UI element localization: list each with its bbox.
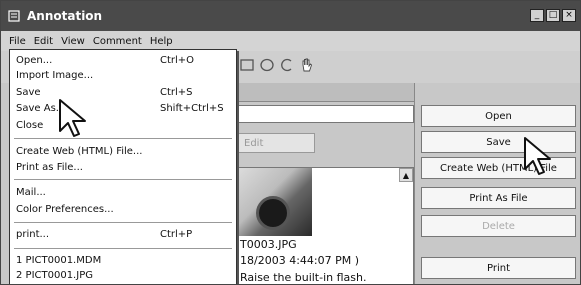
menu-view[interactable]: View — [57, 36, 89, 47]
menu-help[interactable]: Help — [146, 36, 177, 47]
rectangle-tool-icon[interactable] — [239, 57, 255, 76]
menu-separator — [14, 222, 232, 223]
menu-item-mail[interactable]: Mail... — [14, 186, 232, 199]
app-icon — [7, 9, 21, 23]
ellipse-tool-icon[interactable] — [259, 57, 275, 76]
edit-button[interactable]: Edit — [237, 133, 315, 153]
title-bar: Annotation _ □ × — [1, 1, 580, 31]
menu-separator — [14, 248, 232, 249]
cursor-arrow-icon — [522, 135, 556, 180]
menu-edit[interactable]: Edit — [30, 36, 57, 47]
menu-item-recent-1[interactable]: 1 PICT0001.MDM — [14, 254, 232, 267]
action-panel: Open Save Create Web (HTML) File Print A… — [414, 83, 580, 284]
menu-item-import-image[interactable]: Import Image... — [14, 69, 232, 82]
menu-item-print[interactable]: print... Ctrl+P — [14, 228, 232, 241]
image-thumbnail[interactable] — [238, 168, 312, 236]
list-filename: T0003.JPG — [240, 238, 297, 251]
maximize-button[interactable]: □ — [546, 9, 560, 22]
close-button[interactable]: × — [562, 9, 576, 22]
delete-button[interactable]: Delete — [421, 215, 576, 237]
menu-item-create-web-file[interactable]: Create Web (HTML) File... — [14, 145, 232, 158]
menu-bar: File Edit View Comment Help — [1, 31, 580, 51]
print-as-file-button[interactable]: Print As File — [421, 187, 576, 209]
freehand-tool-icon[interactable] — [279, 57, 295, 76]
open-button[interactable]: Open — [421, 105, 576, 127]
menu-item-color-preferences[interactable]: Color Preferences... — [14, 203, 232, 216]
list-comment: Raise the built-in flash. — [240, 271, 367, 284]
menu-item-close[interactable]: Close — [14, 119, 232, 132]
menu-file[interactable]: File — [5, 36, 30, 47]
annotation-field[interactable] — [237, 105, 414, 123]
minimize-button[interactable]: _ — [530, 9, 544, 22]
menu-item-save[interactable]: Save Ctrl+S — [14, 86, 232, 99]
menu-comment[interactable]: Comment — [89, 36, 146, 47]
menu-separator — [14, 138, 232, 139]
menu-item-recent-2[interactable]: 2 PICT0001.JPG — [14, 269, 232, 282]
menu-separator — [14, 179, 232, 180]
pane-header — [237, 83, 414, 102]
menu-item-print-as-file[interactable]: Print as File... — [14, 161, 232, 174]
file-menu: Open... Ctrl+O Import Image... Save Ctrl+S… — [9, 49, 237, 284]
hand-tool-icon[interactable] — [299, 57, 315, 76]
menu-item-open[interactable]: Open... Ctrl+O — [14, 54, 232, 67]
list-datetime: 18/2003 4:44:07 PM ) — [240, 254, 360, 267]
window-title: Annotation — [27, 9, 103, 23]
annotation-window: Annotation _ □ × File Edit View Comment … — [0, 0, 581, 285]
image-list[interactable]: ▲ T0003.JPG 18/2003 4:44:07 PM ) Raise t… — [237, 167, 414, 284]
scroll-up-button[interactable]: ▲ — [399, 168, 413, 182]
cursor-arrow-icon — [57, 97, 91, 142]
menu-item-save-as[interactable]: Save As... Shift+Ctrl+S — [14, 102, 232, 115]
print-button[interactable]: Print — [421, 257, 576, 279]
